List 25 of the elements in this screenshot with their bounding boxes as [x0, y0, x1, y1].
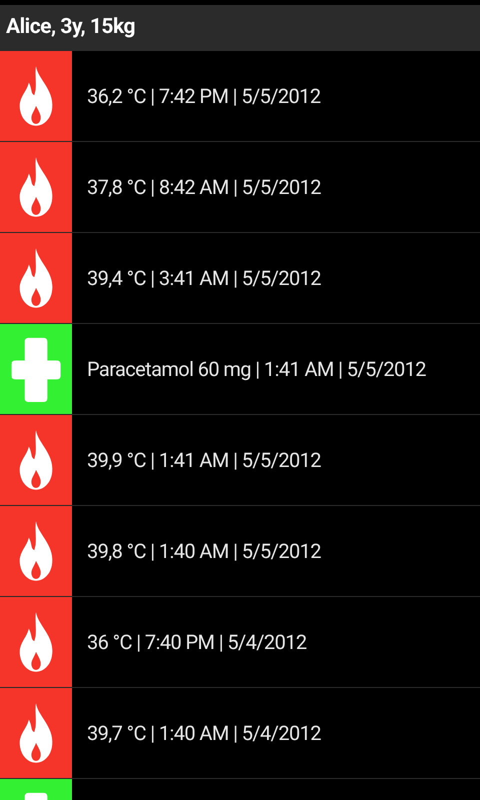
- entry-text: 39,4 °C | 3:41 AM | 5/5/2012: [87, 265, 321, 292]
- entry-text: Paracetamol 60 mg | 1:41 AM | 5/5/2012: [87, 356, 426, 383]
- log-entry[interactable]: 39,9 °C | 1:41 AM | 5/5/2012: [0, 415, 480, 506]
- entry-text: 39,9 °C | 1:41 AM | 5/5/2012: [87, 447, 321, 474]
- log-entry[interactable]: 39,8 °C | 1:40 AM | 5/5/2012: [0, 506, 480, 597]
- flame-icon: [18, 521, 54, 581]
- log-entry[interactable]: Paracetamol 60 mg | 1:41 AM | 5/5/2012: [0, 324, 480, 415]
- patient-title: Alice, 3y, 15kg: [6, 14, 135, 42]
- flame-icon: [18, 157, 54, 217]
- flame-icon: [18, 66, 54, 126]
- log-entry[interactable]: 36 °C | 7:40 PM | 5/4/2012: [0, 597, 480, 688]
- log-entry[interactable]: 39,7 °C | 1:40 AM | 5/4/2012: [0, 688, 480, 779]
- log-entry[interactable]: 39,4 °C | 3:41 AM | 5/5/2012: [0, 233, 480, 324]
- plus-icon: [9, 335, 63, 403]
- flame-icon: [18, 248, 54, 308]
- entry-text: 36,2 °C | 7:42 PM | 5/5/2012: [87, 83, 320, 110]
- entry-text: 39,7 °C | 1:40 AM | 5/4/2012: [87, 720, 321, 747]
- entry-text: 37,8 °C | 8:42 AM | 5/5/2012: [87, 174, 321, 201]
- log-entry[interactable]: 37,8 °C | 8:42 AM | 5/5/2012: [0, 142, 480, 233]
- entry-text: 36 °C | 7:40 PM | 5/4/2012: [87, 629, 306, 656]
- entry-text: 39,8 °C | 1:40 AM | 5/5/2012: [87, 538, 321, 565]
- log-entry[interactable]: 36,2 °C | 7:42 PM | 5/5/2012: [0, 51, 480, 142]
- flame-icon: [18, 703, 54, 763]
- flame-icon: [18, 430, 54, 490]
- flame-icon: [18, 612, 54, 672]
